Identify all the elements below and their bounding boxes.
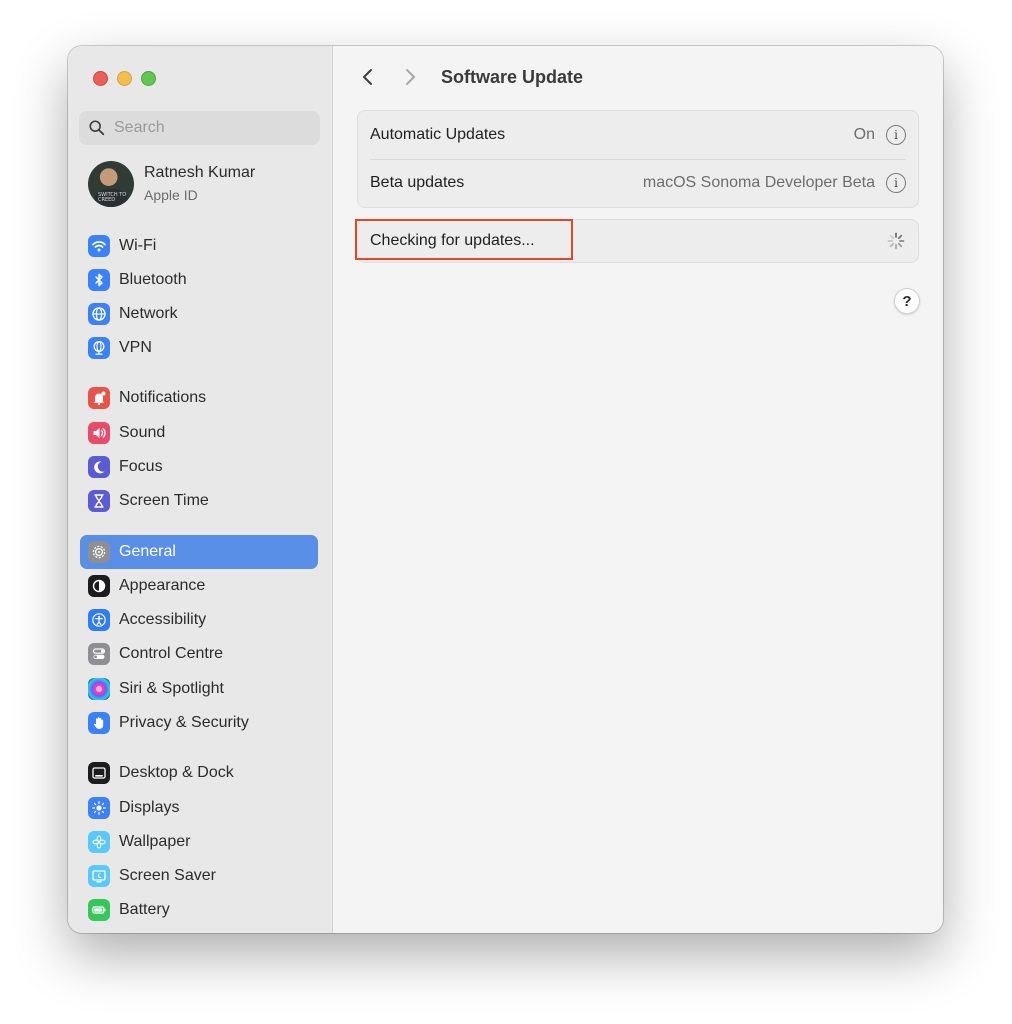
sidebar-item-label: Bluetooth: [119, 271, 187, 288]
sidebar-item-label: Network: [119, 305, 178, 322]
search-field[interactable]: [79, 111, 320, 145]
sidebar-item-label: Control Centre: [119, 645, 224, 662]
sidebar-item-desktop-dock[interactable]: Desktop & Dock: [80, 756, 318, 790]
sidebar-item-siri-spotlight[interactable]: Siri & Spotlight: [80, 672, 318, 706]
update-status-text: Checking for updates...: [370, 232, 535, 249]
sidebar-item-appearance[interactable]: Appearance: [80, 569, 318, 603]
update-status-row: Checking for updates...: [358, 220, 918, 262]
vpn-globe-icon: [88, 337, 110, 359]
sun-icon: [88, 797, 110, 819]
automatic-updates-value: On: [853, 126, 875, 143]
toolbar: Software Update: [333, 62, 943, 92]
siri-icon: [88, 678, 110, 700]
help-button[interactable]: ?: [894, 288, 920, 314]
sidebar-item-label: Accessibility: [119, 611, 207, 628]
sidebar-item-sound[interactable]: Sound: [80, 416, 318, 450]
speaker-icon: [88, 422, 110, 444]
sidebar-item-bluetooth[interactable]: Bluetooth: [80, 263, 318, 297]
sidebar-item-label: Displays: [119, 799, 180, 816]
wifi-icon: [88, 235, 110, 257]
update-status-card: Checking for updates...: [357, 219, 919, 263]
automatic-updates-info-button[interactable]: i: [886, 125, 906, 145]
sidebar-item-label: Wi-Fi: [119, 237, 157, 254]
avatar-shirt-text: SWITCH TO CREED: [98, 192, 127, 203]
zoom-button[interactable]: [141, 71, 156, 86]
back-button[interactable]: [353, 62, 383, 92]
toggles-icon: [88, 643, 110, 665]
flower-icon: [88, 831, 110, 853]
account-name: Ratnesh Kumar: [144, 164, 256, 181]
sidebar-item-label: Desktop & Dock: [119, 764, 234, 781]
sidebar-item-label: Appearance: [119, 577, 206, 594]
hourglass-icon: [88, 490, 110, 512]
loading-spinner-icon: [887, 232, 905, 250]
accessibility-icon: [88, 609, 110, 631]
window-controls: [93, 71, 156, 86]
beta-updates-info-button[interactable]: i: [886, 173, 906, 193]
sidebar-item-label: Sound: [119, 424, 166, 441]
sidebar-item-wifi[interactable]: Wi-Fi: [80, 229, 318, 263]
sidebar-item-label: Siri & Spotlight: [119, 680, 224, 697]
main-pane: Software Update Automatic Updates On i B…: [333, 46, 943, 933]
beta-updates-value: macOS Sonoma Developer Beta: [642, 174, 875, 191]
sidebar-item-label: Battery: [119, 901, 170, 918]
account-subtitle: Apple ID: [144, 187, 198, 203]
sidebar-item-privacy-security[interactable]: Privacy & Security: [80, 706, 318, 740]
sidebar-item-screen-time[interactable]: Screen Time: [80, 484, 318, 518]
close-button[interactable]: [93, 71, 108, 86]
page-title: Software Update: [441, 66, 584, 87]
sidebar: SWITCH TO CREED Ratnesh Kumar Apple ID W…: [68, 46, 333, 933]
minimize-button[interactable]: [117, 71, 132, 86]
hand-icon: [88, 712, 110, 734]
system-settings-window: SWITCH TO CREED Ratnesh Kumar Apple ID W…: [68, 46, 943, 933]
chevron-right-icon: [406, 69, 415, 85]
update-settings-card: Automatic Updates On i Beta updates macO…: [357, 110, 919, 208]
sidebar-item-wallpaper[interactable]: Wallpaper: [80, 825, 318, 859]
chevron-left-icon: [363, 69, 372, 85]
sidebar-item-vpn[interactable]: VPN: [80, 331, 318, 365]
sidebar-item-label: Screen Time: [119, 492, 209, 509]
dock-icon: [88, 762, 110, 784]
sidebar-item-notifications[interactable]: Notifications: [80, 381, 318, 415]
sidebar-item-label: Privacy & Security: [119, 714, 249, 731]
apple-id-account[interactable]: SWITCH TO CREED Ratnesh Kumar Apple ID: [88, 161, 255, 207]
screensaver-icon: [88, 865, 110, 887]
sidebar-item-battery[interactable]: Battery: [80, 893, 318, 927]
sidebar-item-displays[interactable]: Displays: [80, 791, 318, 825]
avatar: SWITCH TO CREED: [88, 161, 134, 207]
sidebar-item-accessibility[interactable]: Accessibility: [80, 603, 318, 637]
globe-icon: [88, 303, 110, 325]
automatic-updates-label: Automatic Updates: [370, 126, 506, 143]
sidebar-item-network[interactable]: Network: [80, 297, 318, 331]
sidebar-item-screen-saver[interactable]: Screen Saver: [80, 859, 318, 893]
search-icon: [89, 120, 105, 136]
beta-updates-label: Beta updates: [370, 174, 465, 191]
sidebar-item-focus[interactable]: Focus: [80, 450, 318, 484]
forward-button[interactable]: [395, 62, 425, 92]
battery-icon: [88, 899, 110, 921]
appearance-icon: [88, 575, 110, 597]
bell-icon: [88, 387, 110, 409]
sidebar-item-label: VPN: [119, 339, 152, 356]
automatic-updates-row: Automatic Updates On i: [358, 111, 918, 159]
sidebar-item-label: General: [119, 543, 176, 560]
moon-icon: [88, 456, 110, 478]
search-input[interactable]: [112, 118, 316, 138]
sidebar-item-label: Focus: [119, 458, 163, 475]
sidebar-item-control-centre[interactable]: Control Centre: [80, 637, 318, 671]
sidebar-item-label: Notifications: [119, 389, 207, 406]
sidebar-item-label: Wallpaper: [119, 833, 191, 850]
gear-icon: [88, 541, 110, 563]
sidebar-item-general[interactable]: General: [80, 535, 318, 569]
sidebar-item-label: Screen Saver: [119, 867, 216, 884]
beta-updates-row: Beta updates macOS Sonoma Developer Beta…: [358, 159, 918, 207]
bluetooth-icon: [88, 269, 110, 291]
